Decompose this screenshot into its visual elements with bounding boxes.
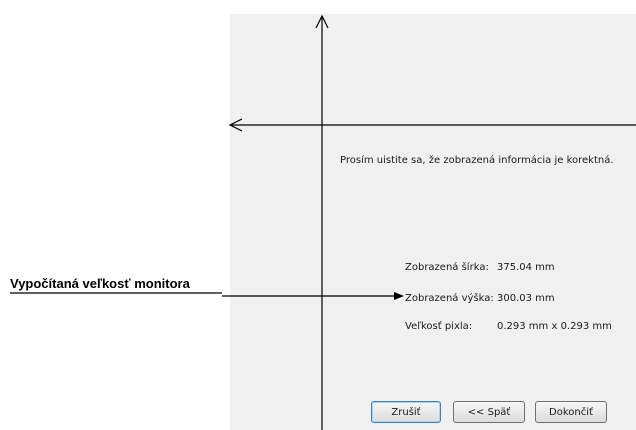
finish-button[interactable]: Dokončiť [535,401,607,423]
confirmation-prompt: Prosím uistite sa, že zobrazená informác… [340,155,614,166]
cancel-button[interactable]: Zrušiť [371,401,441,423]
display-width-label: Zobrazená šírka: [405,262,489,273]
pixel-size-label: Veľkosť pixla: [405,321,473,332]
display-width-value: 375.04 mm [497,262,555,273]
back-button[interactable]: << Späť [453,401,525,423]
display-height-label: Zobrazená výška: [405,293,494,304]
right-arrowhead-icon [394,292,404,300]
annotation-lines [10,14,636,430]
annotation-label: Vypočítaná veľkosť monitora [10,276,190,291]
pixel-size-value: 0.293 mm x 0.293 mm [497,321,612,332]
display-height-value: 300.03 mm [497,293,555,304]
